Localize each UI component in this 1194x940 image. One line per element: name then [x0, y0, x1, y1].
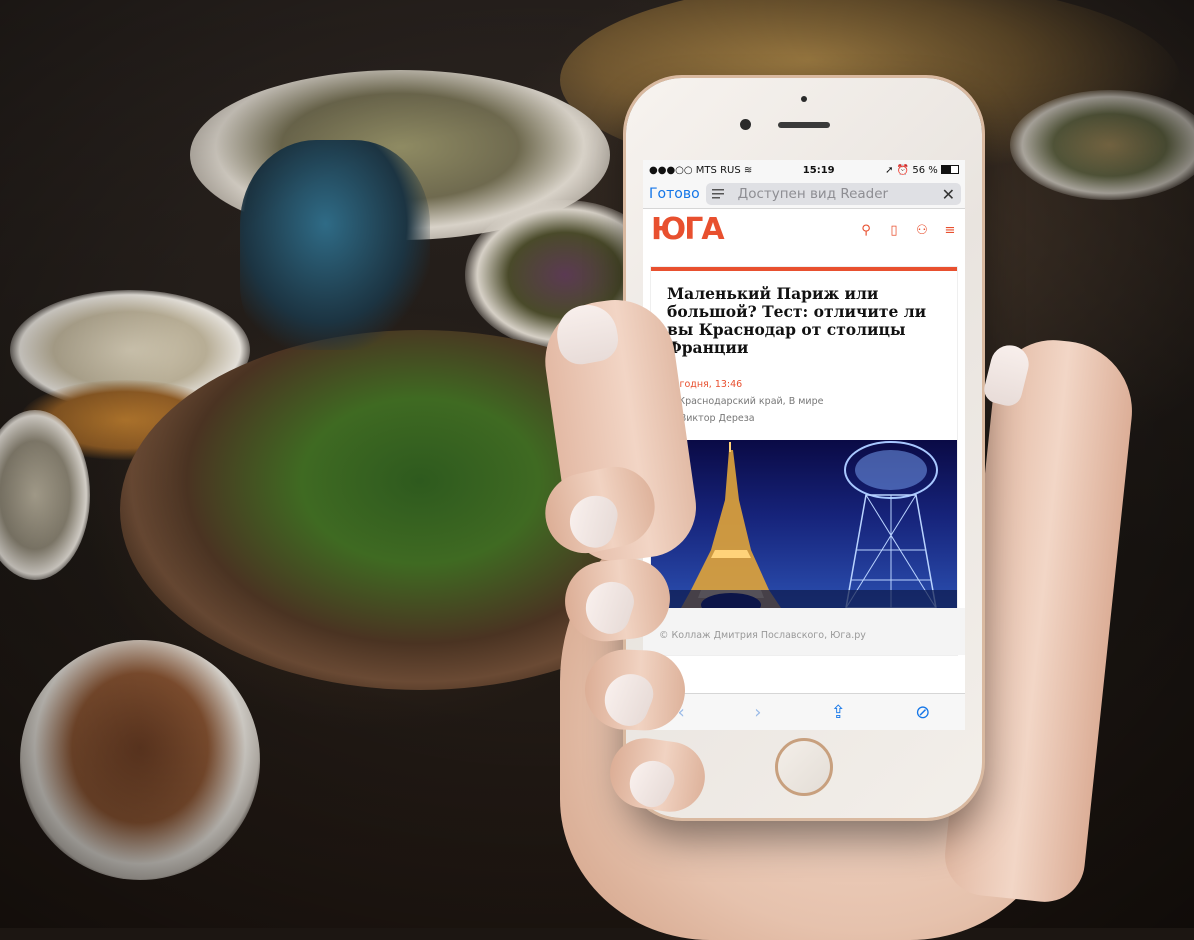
front-sensor: [801, 96, 807, 102]
alarm-icon: ⏰: [896, 164, 910, 176]
share-icon[interactable]: ⇪: [831, 702, 846, 723]
article-card: Маленький Париж или большой? Тест: отлич…: [643, 267, 965, 655]
search-icon[interactable]: ⚲: [859, 223, 873, 238]
eiffel-shukhov-collage: [651, 441, 957, 608]
wifi-icon: ≋: [743, 164, 753, 176]
reader-lines-icon[interactable]: [711, 189, 724, 199]
done-button[interactable]: Готово: [647, 186, 706, 202]
author-text: Виктор Дереза: [679, 413, 755, 424]
earpiece-speaker: [778, 122, 830, 128]
article-location[interactable]: ⚲Краснодарский край, В мире: [651, 390, 957, 407]
safari-toolbar: ‹ › ⇪ ⊘: [643, 693, 965, 730]
status-bar: ●●●○○ MTS RUS ≋ 15:19 ➚ ⏰ 56 %: [643, 160, 965, 180]
menu-icon[interactable]: ≡: [943, 223, 957, 238]
home-button[interactable]: [775, 738, 833, 796]
header-icons: ⚲ ▯ ⚇ ≡: [859, 223, 957, 238]
carrier-signal: ●●●○○ MTS RUS ≋: [649, 164, 753, 176]
location-arrow-icon: ➚: [885, 164, 894, 176]
battery-percent: 56 %: [912, 164, 938, 176]
forward-button[interactable]: ›: [754, 702, 761, 723]
battery-icon: [940, 165, 959, 174]
compass-icon[interactable]: ⊘: [915, 702, 930, 723]
site-header: ЮГА ⚲ ▯ ⚇ ≡: [643, 209, 965, 251]
reader-bar: Готово Доступен вид Reader ✕: [643, 180, 965, 209]
article-author[interactable]: ●Виктор Дереза: [651, 407, 957, 424]
front-camera: [740, 119, 751, 130]
article-date: Сегодня, 13:46: [667, 379, 743, 390]
article-title[interactable]: Маленький Париж или большой? Тест: отлич…: [651, 271, 957, 357]
status-time: 15:19: [802, 164, 835, 176]
bookmark-icon[interactable]: ▯: [887, 223, 901, 238]
user-icon[interactable]: ⚇: [915, 223, 929, 238]
phone-screen: ●●●○○ MTS RUS ≋ 15:19 ➚ ⏰ 56 % Готово До…: [643, 160, 965, 730]
close-icon[interactable]: ✕: [942, 185, 955, 204]
article-photo[interactable]: [651, 440, 957, 608]
reader-available-text: Доступен вид Reader: [737, 186, 889, 202]
location-text: Краснодарский край, В мире: [678, 396, 824, 407]
status-right: ➚ ⏰ 56 %: [885, 165, 959, 176]
site-logo[interactable]: ЮГА: [651, 215, 725, 245]
address-bar[interactable]: Доступен вид Reader ✕: [705, 183, 961, 205]
photo-caption: © Коллаж Дмитрия Пославского, Юга.ру: [643, 608, 965, 655]
